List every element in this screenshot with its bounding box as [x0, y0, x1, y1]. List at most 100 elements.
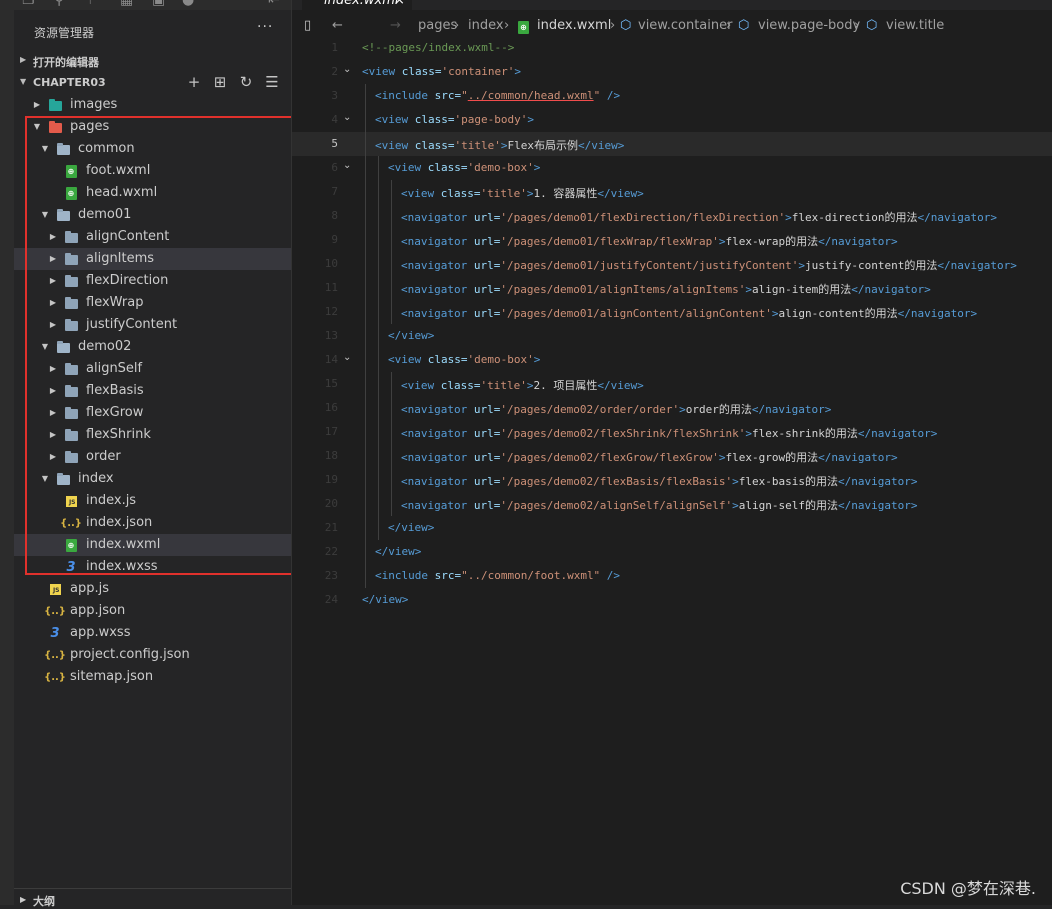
cloud-icon[interactable]: ● [182, 0, 194, 8]
tree-item[interactable]: ⊕ head.wxml [14, 182, 291, 204]
chevron-down-icon[interactable]: ▼ [32, 122, 42, 131]
breadcrumb-item[interactable]: pages [418, 18, 457, 33]
search-icon[interactable]: ⚲ [54, 0, 64, 8]
chevron-right-icon[interactable]: ▶ [48, 364, 58, 373]
tree-item[interactable]: {..} project.config.json [14, 644, 291, 666]
source-control-icon[interactable]: ⑂ [86, 0, 94, 8]
project-name: CHAPTER03 [33, 76, 106, 89]
chevron-right-icon[interactable]: ▶ [48, 276, 58, 285]
code-line[interactable]: 19 <navigator url='/pages/demo02/flexBasi… [292, 468, 1052, 492]
chevron-right-icon[interactable]: ▶ [48, 254, 58, 263]
code-line[interactable]: 20 <navigator url='/pages/demo02/alignSel… [292, 492, 1052, 516]
chevron-down-icon[interactable]: ▼ [40, 474, 50, 483]
breadcrumb-item[interactable]: index.wxml [537, 18, 611, 33]
chevron-down-icon[interactable]: ▼ [40, 144, 50, 153]
tree-item[interactable]: JS app.js [14, 578, 291, 600]
line-number: 16 [324, 401, 338, 414]
tree-item[interactable]: ▶ flexGrow [14, 402, 291, 424]
code-line[interactable]: 24 </view> [292, 588, 1052, 612]
code-line[interactable]: 7 <view class='title'>1. 容器属性</view> [292, 180, 1052, 204]
tree-item[interactable]: 3 index.wxss [14, 556, 291, 578]
code-line[interactable]: 17 <navigator url='/pages/demo02/flexShri… [292, 420, 1052, 444]
tree-item[interactable]: ▶ flexBasis [14, 380, 291, 402]
fold-icon[interactable]: ⌄ [343, 112, 351, 123]
code-line[interactable]: 16 <navigator url='/pages/demo02/order/or… [292, 396, 1052, 420]
code-line[interactable]: 8 <navigator url='/pages/demo01/flexDirec… [292, 204, 1052, 228]
tree-item[interactable]: ▶ images [14, 94, 291, 116]
code-line[interactable]: 4 ⌄ <view class='page-body'> [292, 108, 1052, 132]
files-icon[interactable]: ❐ [22, 0, 35, 8]
chevron-right-icon[interactable]: ▶ [48, 386, 58, 395]
collapse-icon[interactable]: ☰ [259, 73, 285, 91]
more-actions-button[interactable]: ··· [257, 19, 273, 35]
refresh-icon[interactable]: ↻ [233, 73, 259, 91]
code-line[interactable]: 3 <include src="../common/head.wxml" /> [292, 84, 1052, 108]
chevron-right-icon[interactable]: ▶ [32, 100, 42, 109]
debug-icon[interactable]: ▣ [152, 0, 165, 8]
tree-item[interactable]: ▼ demo02 [14, 336, 291, 358]
open-editors-section[interactable]: ▶ 打开的编辑器 [14, 50, 291, 72]
code-line[interactable]: 9 <navigator url='/pages/demo01/flexWrap/… [292, 228, 1052, 252]
chevron-right-icon[interactable]: ▶ [48, 232, 58, 241]
code-line[interactable]: 11 <navigator url='/pages/demo01/alignIte… [292, 276, 1052, 300]
tree-item[interactable]: ▶ order [14, 446, 291, 468]
code-line[interactable]: 2 ⌄ <view class='container'> [292, 60, 1052, 84]
breadcrumb-item[interactable]: view.page-body [758, 18, 860, 33]
tree-item[interactable]: JS index.js [14, 490, 291, 512]
outline-section[interactable]: ▶ 大纲 [14, 888, 291, 908]
tab-index-wxml[interactable]: index.wxml × [302, 0, 412, 10]
tree-item[interactable]: ▶ justifyContent [14, 314, 291, 336]
code-line[interactable]: 21 </view> [292, 516, 1052, 540]
tree-item[interactable]: {..} app.json [14, 600, 291, 622]
chevron-down-icon[interactable]: ▼ [40, 210, 50, 219]
code-line[interactable]: 12 <navigator url='/pages/demo01/alignCon… [292, 300, 1052, 324]
tree-item[interactable]: ▶ alignContent [14, 226, 291, 248]
code-line[interactable]: 1 <!--pages/index.wxml--> [292, 36, 1052, 60]
code-line[interactable]: 13 </view> [292, 324, 1052, 348]
tree-item[interactable]: ⊕ index.wxml [14, 534, 291, 556]
new-file-icon[interactable]: + [181, 73, 207, 91]
code-line[interactable]: 14 ⌄ <view class='demo-box'> [292, 348, 1052, 372]
tree-item[interactable]: ▶ alignSelf [14, 358, 291, 380]
breadcrumb-item[interactable]: index [468, 18, 504, 33]
chevron-right-icon[interactable]: ▶ [48, 430, 58, 439]
code-line[interactable]: 10 <navigator url='/pages/demo01/justifyC… [292, 252, 1052, 276]
tree-item[interactable]: ▶ flexWrap [14, 292, 291, 314]
tree-item[interactable]: ▶ flexShrink [14, 424, 291, 446]
tree-item[interactable]: ▶ flexDirection [14, 270, 291, 292]
chevron-right-icon[interactable]: ▶ [48, 320, 58, 329]
chevron-right-icon[interactable]: ▶ [48, 298, 58, 307]
bookmark-icon[interactable]: ▯ [304, 18, 311, 33]
close-icon[interactable]: × [394, 0, 405, 8]
breadcrumb-item[interactable]: view.title [886, 18, 944, 33]
code-line[interactable]: 23 <include src="../common/foot.wxml" /> [292, 564, 1052, 588]
tree-item[interactable]: ▼ pages [14, 116, 291, 138]
tree-item[interactable]: {..} index.json [14, 512, 291, 534]
chevron-right-icon[interactable]: ▶ [48, 408, 58, 417]
code-line[interactable]: 22 </view> [292, 540, 1052, 564]
fold-icon[interactable]: ⌄ [343, 64, 351, 75]
tree-item[interactable]: ▼ common [14, 138, 291, 160]
indent-guide [378, 204, 379, 228]
back-icon[interactable]: ← [332, 18, 343, 33]
tree-item[interactable]: 3 app.wxss [14, 622, 291, 644]
code-line[interactable]: 18 <navigator url='/pages/demo02/flexGrow… [292, 444, 1052, 468]
forward-icon[interactable]: → [390, 18, 401, 33]
breadcrumb-item[interactable]: view.container [638, 18, 732, 33]
chevron-down-icon[interactable]: ▼ [40, 342, 50, 351]
fold-icon[interactable]: ⌄ [343, 160, 351, 171]
extensions-icon[interactable]: ▦ [120, 0, 133, 8]
new-folder-icon[interactable]: ⊞ [207, 73, 233, 91]
tree-item[interactable]: ▼ index [14, 468, 291, 490]
tree-item[interactable]: ▶ alignItems [14, 248, 291, 270]
project-section-header[interactable]: ▼ CHAPTER03 + ⊞ ↻ ☰ [14, 72, 291, 94]
code-line[interactable]: 6 ⌄ <view class='demo-box'> [292, 156, 1052, 180]
tree-item[interactable]: {..} sitemap.json [14, 666, 291, 688]
code-line[interactable]: 15 <view class='title'>2. 项目属性</view> [292, 372, 1052, 396]
fold-icon[interactable]: ⌄ [343, 352, 351, 363]
split-icon[interactable]: ⇤ [268, 0, 280, 8]
code-line[interactable]: 5 <view class='title'>Flex布局示例</view> [292, 132, 1052, 156]
chevron-right-icon[interactable]: ▶ [48, 452, 58, 461]
tree-item[interactable]: ▼ demo01 [14, 204, 291, 226]
tree-item[interactable]: ⊕ foot.wxml [14, 160, 291, 182]
